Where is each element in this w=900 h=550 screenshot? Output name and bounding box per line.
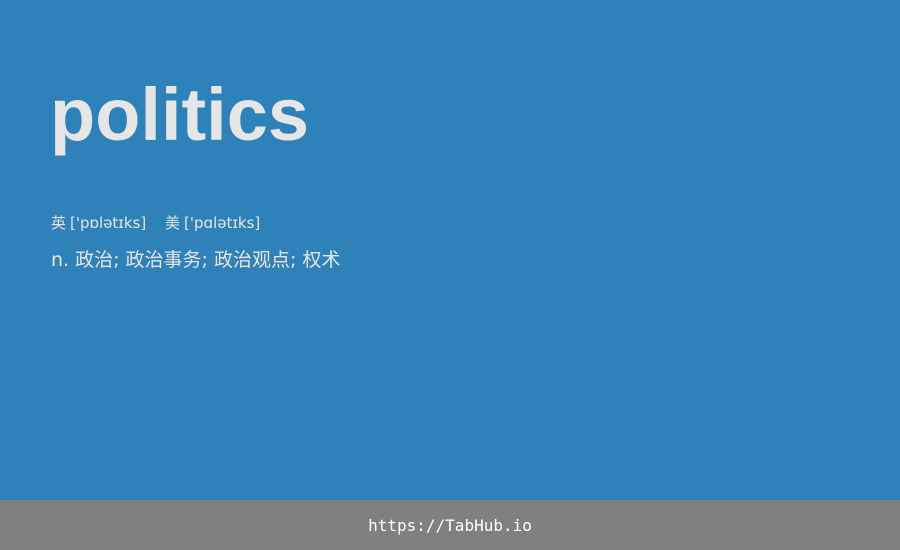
phonetic-us-label: 美 — [165, 214, 181, 232]
phonetic-us-ipa: ['pɑlətɪks] — [184, 214, 261, 232]
phonetic-uk-label: 英 — [51, 214, 67, 232]
footer-bar: https://TabHub.io — [0, 500, 900, 550]
phonetic-uk: 英 ['pɒlətɪks] — [51, 212, 146, 234]
word-title: politics — [50, 73, 310, 156]
word-definition: n. 政治; 政治事务; 政治观点; 权术 — [51, 249, 341, 271]
footer-link[interactable]: https://TabHub.io — [368, 516, 532, 535]
phonetics-row: 英 ['pɒlətɪks] 美 ['pɑlətɪks] — [51, 212, 260, 234]
phonetic-us: 美 ['pɑlətɪks] — [165, 212, 260, 234]
phonetic-uk-ipa: ['pɒlətɪks] — [70, 214, 147, 232]
word-card: politics 英 ['pɒlətɪks] 美 ['pɑlətɪks] n. 政治… — [0, 0, 900, 500]
